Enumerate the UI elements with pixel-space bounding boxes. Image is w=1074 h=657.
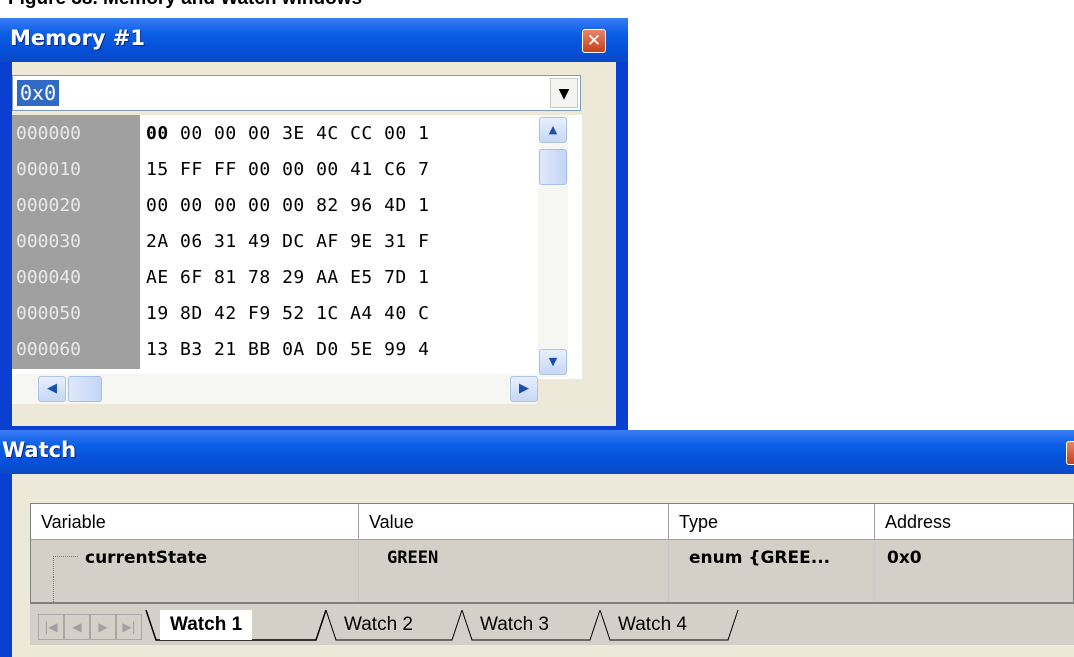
- memory-titlebar[interactable]: Memory #1 ✕: [0, 18, 628, 62]
- column-header-variable[interactable]: Variable: [31, 504, 359, 540]
- memory-first-byte[interactable]: 13: [146, 339, 169, 360]
- memory-bytes[interactable]: 15 FF FF 00 00 00 41 C6 7: [146, 152, 429, 188]
- watch-type-cell[interactable]: enum {GREE...: [669, 540, 875, 576]
- address-input[interactable]: 0x0: [17, 80, 60, 106]
- tab-watch-2[interactable]: Watch 2: [344, 610, 413, 640]
- memory-row[interactable]: 000010 15 FF FF 00 00 00 41 C6 7: [12, 152, 552, 188]
- address-combobox[interactable]: 0x0 ▼: [12, 75, 581, 111]
- memory-first-byte[interactable]: AE: [146, 267, 169, 288]
- memory-address: 000020: [16, 195, 82, 216]
- memory-row[interactable]: 000020 00 00 00 00 00 82 96 4D 1: [12, 188, 552, 224]
- memory-row[interactable]: 000000 00 00 00 00 3E 4C CC 00 1: [12, 116, 552, 152]
- memory-bytes[interactable]: 2A 06 31 49 DC AF 9E 31 F: [146, 224, 429, 260]
- memory-first-byte[interactable]: 00: [146, 195, 169, 216]
- tab-watch-4[interactable]: Watch 4: [618, 610, 687, 640]
- column-header-value[interactable]: Value: [359, 504, 669, 540]
- figure-caption: Figure 38. Memory and Watch windows: [8, 0, 362, 10]
- memory-rest-bytes[interactable]: 06 31 49 DC AF 9E 31 F: [180, 231, 429, 252]
- memory-rest-bytes[interactable]: FF FF 00 00 00 41 C6 7: [180, 159, 429, 180]
- column-header-address[interactable]: Address: [875, 504, 1073, 540]
- watch-variable-cell[interactable]: currentState: [31, 540, 359, 577]
- memory-row[interactable]: 000040 AE 6F 81 78 29 AA E5 7D 1: [12, 260, 552, 296]
- tree-line: [53, 556, 78, 577]
- memory-bytes[interactable]: 13 B3 21 BB 0A D0 5E 99 4: [146, 332, 429, 368]
- column-header-type[interactable]: Type: [669, 504, 875, 540]
- memory-first-byte[interactable]: 00: [146, 123, 169, 144]
- tree-line: [53, 576, 54, 602]
- vertical-scrollbar[interactable]: ▲ ▼: [538, 115, 568, 377]
- empty-address-cell[interactable]: [875, 576, 1073, 602]
- memory-address: 000050: [16, 303, 82, 324]
- memory-rest-bytes[interactable]: 00 00 00 3E 4C CC 00 1: [180, 123, 429, 144]
- watch-tab-strip: |◀ ◀ ▶ ▶| Watch 1 Watch 2 Watch 3 Watch …: [30, 603, 1074, 645]
- memory-address: 000000: [16, 123, 82, 144]
- hex-view[interactable]: 000000 00 00 00 00 3E 4C CC 00 1 000010 15 …: [12, 115, 582, 379]
- memory-window: Memory #1 ✕ 0x0 ▼ 000000 00 00 00 00 3E 4…: [0, 18, 628, 430]
- empty-value-cell[interactable]: [359, 576, 669, 602]
- memory-rest-bytes[interactable]: 00 00 00 00 82 96 4D 1: [180, 195, 429, 216]
- memory-rest-bytes[interactable]: 6F 81 78 29 AA E5 7D 1: [180, 267, 429, 288]
- watch-grid[interactable]: Variable Value Type Address currentState…: [30, 503, 1074, 603]
- memory-bytes[interactable]: 19 8D 42 F9 52 1C A4 40 C: [146, 296, 429, 332]
- watch-titlebar[interactable]: Watch: [0, 430, 1074, 474]
- vertical-scroll-thumb[interactable]: [539, 149, 567, 185]
- memory-rest-bytes[interactable]: 8D 42 F9 52 1C A4 40 C: [180, 303, 429, 324]
- memory-address: 000040: [16, 267, 82, 288]
- horizontal-scrollbar[interactable]: ◀ ▶: [12, 374, 538, 404]
- empty-variable-cell[interactable]: [31, 576, 359, 602]
- memory-first-byte[interactable]: 19: [146, 303, 169, 324]
- scroll-up-button[interactable]: ▲: [539, 117, 567, 143]
- horizontal-scroll-thumb[interactable]: [68, 376, 102, 402]
- scroll-down-button[interactable]: ▼: [539, 349, 567, 375]
- memory-address: 000010: [16, 159, 82, 180]
- memory-bytes[interactable]: AE 6F 81 78 29 AA E5 7D 1: [146, 260, 429, 296]
- memory-bytes[interactable]: 00 00 00 00 00 82 96 4D 1: [146, 188, 429, 224]
- watch-value-cell[interactable]: GREEN: [359, 540, 669, 576]
- watch-address-cell[interactable]: 0x0: [875, 540, 1073, 576]
- memory-row[interactable]: 000030 2A 06 31 49 DC AF 9E 31 F: [12, 224, 552, 260]
- scroll-right-button[interactable]: ▶: [510, 376, 538, 402]
- memory-rest-bytes[interactable]: B3 21 BB 0A D0 5E 99 4: [180, 339, 429, 360]
- variable-name: currentState: [85, 548, 208, 568]
- tab-watch-1[interactable]: Watch 1: [160, 610, 253, 640]
- memory-bytes[interactable]: 00 00 00 00 3E 4C CC 00 1: [146, 116, 429, 152]
- watch-window-title: Watch: [2, 438, 77, 462]
- empty-type-cell[interactable]: [669, 576, 875, 602]
- memory-first-byte[interactable]: 2A: [146, 231, 169, 252]
- memory-row[interactable]: 000060 13 B3 21 BB 0A D0 5E 99 4: [12, 332, 552, 368]
- memory-window-title: Memory #1: [10, 26, 146, 50]
- memory-close-button[interactable]: ✕: [582, 29, 606, 53]
- watch-close-button[interactable]: [1066, 441, 1074, 465]
- tab-watch-3[interactable]: Watch 3: [480, 610, 549, 640]
- scroll-left-button[interactable]: ◀: [38, 376, 66, 402]
- memory-address: 000030: [16, 231, 82, 252]
- memory-address: 000060: [16, 339, 82, 360]
- memory-first-byte[interactable]: 15: [146, 159, 169, 180]
- memory-row[interactable]: 000050 19 8D 42 F9 52 1C A4 40 C: [12, 296, 552, 332]
- address-dropdown-button[interactable]: ▼: [550, 78, 578, 108]
